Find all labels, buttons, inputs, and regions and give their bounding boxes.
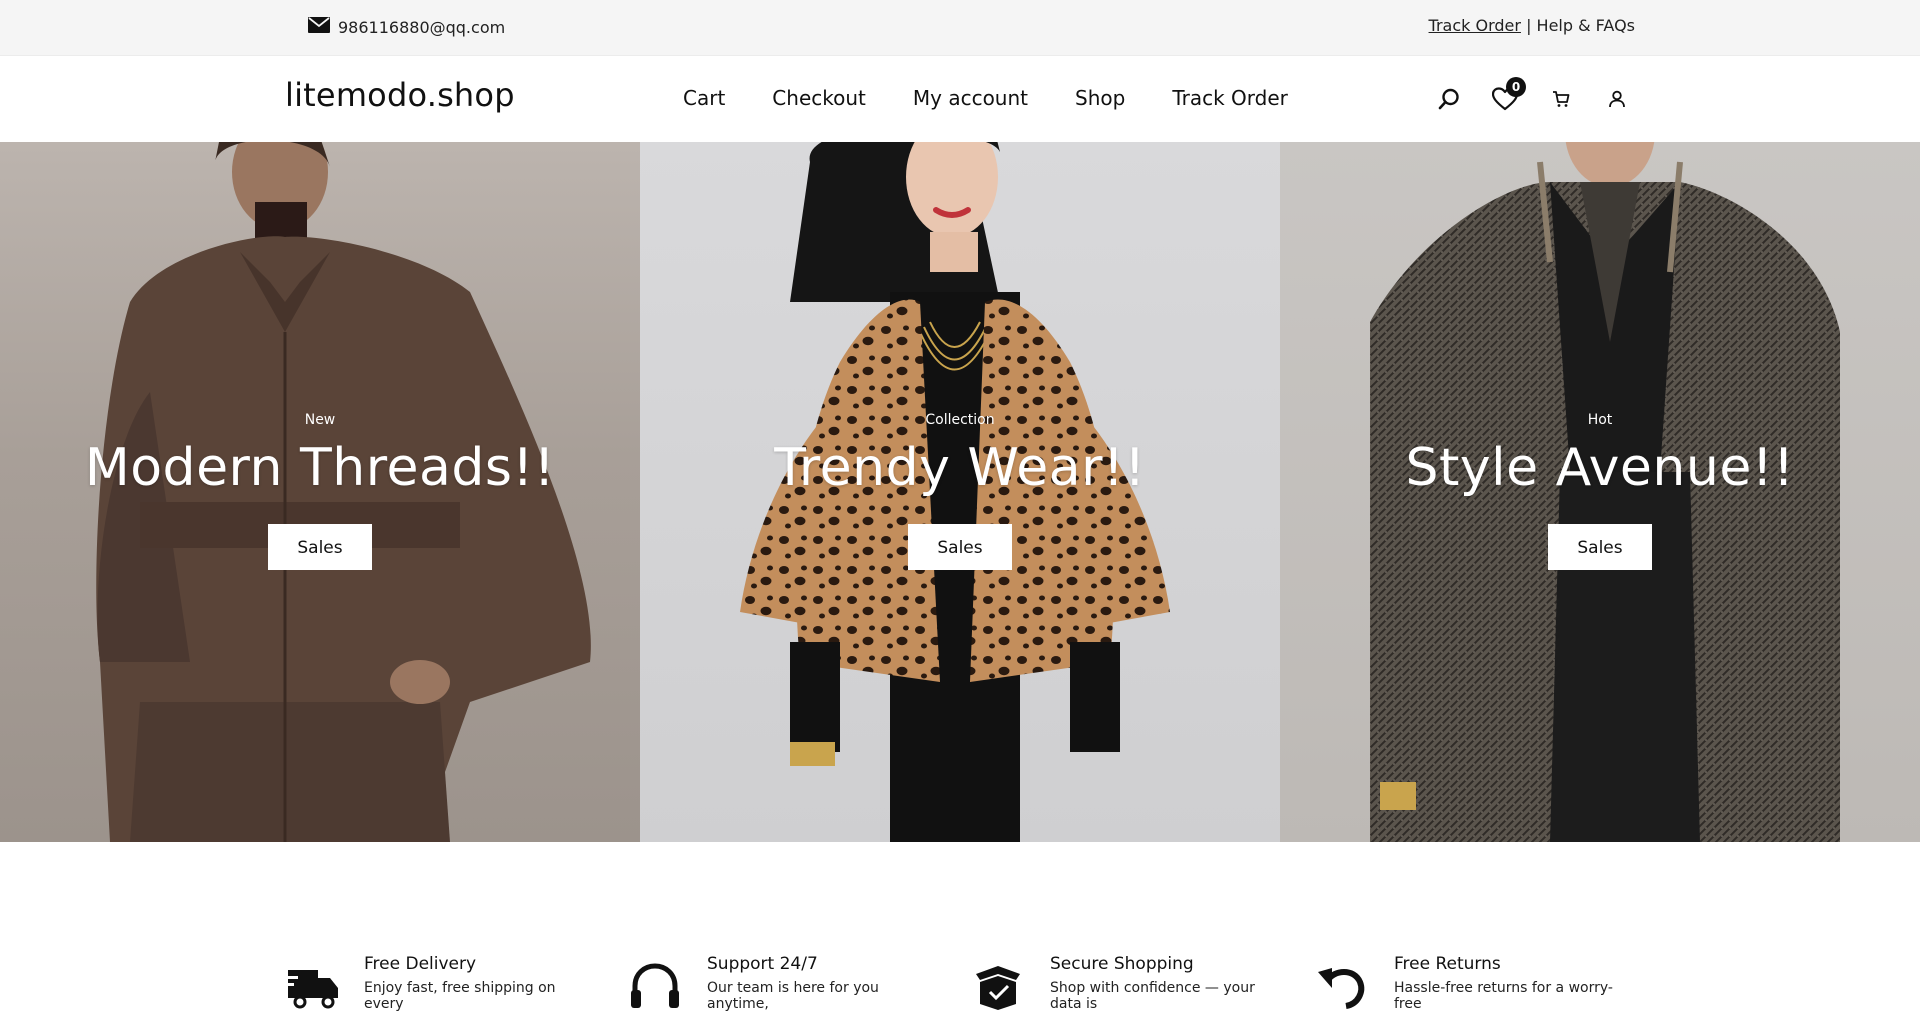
hero-kicker: Hot (1587, 412, 1613, 428)
hero-caption: Hot Style Avenue!! Sales (1280, 412, 1920, 570)
feature-secure-shopping: Secure Shopping Shop with confidence — y… (970, 952, 1280, 1014)
wishlist-button[interactable]: 0 (1488, 77, 1526, 116)
contact-email[interactable]: 986116880@qq.com (308, 16, 505, 38)
feature-description: Shop with confidence — your data is (1050, 980, 1255, 1012)
secure-box-icon (970, 958, 1026, 1014)
feature-free-returns: Free Returns Hassle-free returns for a w… (1314, 952, 1624, 1014)
hero-kicker: Collection (925, 412, 995, 428)
help-faqs-link[interactable]: Help & FAQs (1537, 16, 1635, 35)
nav-checkout[interactable]: Checkout (772, 86, 866, 110)
nav-track-order[interactable]: Track Order (1172, 86, 1288, 110)
feature-description: Hassle-free returns for a worry-free (1394, 980, 1613, 1012)
feature-support: Support 24/7 Our team is here for you an… (627, 952, 937, 1014)
user-icon[interactable] (1600, 82, 1634, 116)
feature-description: Our team is here for you anytime, (707, 980, 879, 1012)
track-order-link[interactable]: Track Order (1429, 16, 1521, 35)
cart-icon[interactable] (1544, 82, 1578, 116)
wishlist-count-badge: 0 (1506, 77, 1526, 97)
feature-title: Free Returns (1394, 954, 1501, 974)
hero-kicker: New (304, 412, 336, 428)
hero-caption: Collection Trendy Wear!! Sales (640, 412, 1280, 570)
sales-button[interactable]: Sales (1548, 524, 1652, 570)
nav-cart[interactable]: Cart (683, 86, 725, 110)
feature-title: Free Delivery (364, 954, 477, 974)
headphones-icon (627, 958, 683, 1014)
hero-caption: New Modern Threads!! Sales (0, 412, 640, 570)
feature-title: Support 24/7 (707, 954, 818, 974)
main-header: litemodo.shop Cart Checkout My account S… (0, 56, 1920, 142)
feature-free-delivery: Free Delivery Enjoy fast, free shipping … (284, 952, 594, 1014)
sales-button[interactable]: Sales (908, 524, 1012, 570)
hero-headline: Style Avenue!! (1405, 438, 1795, 498)
link-separator: | (1526, 16, 1532, 35)
features-section: Free Delivery Enjoy fast, free shipping … (0, 842, 1920, 1012)
main-nav: Cart Checkout My account Shop Track Orde… (683, 86, 1288, 110)
mail-icon (308, 16, 330, 38)
site-logo[interactable]: litemodo.shop (285, 76, 515, 114)
top-bar: 986116880@qq.com Track Order | Help & FA… (0, 0, 1920, 56)
return-arrow-icon (1314, 958, 1370, 1014)
hero-headline: Trendy Wear!! (774, 438, 1146, 498)
nav-my-account[interactable]: My account (913, 86, 1028, 110)
feature-title: Secure Shopping (1050, 954, 1194, 974)
header-actions: 0 (1432, 77, 1634, 116)
hero-slide-1[interactable]: New Modern Threads!! Sales (0, 142, 640, 842)
search-icon[interactable] (1432, 82, 1466, 116)
hero-slide-2[interactable]: Collection Trendy Wear!! Sales (640, 142, 1280, 842)
delivery-truck-icon (284, 958, 340, 1014)
nav-shop[interactable]: Shop (1075, 86, 1125, 110)
feature-description: Enjoy fast, free shipping on every (364, 980, 556, 1012)
hero-slider: New Modern Threads!! Sales Collection Tr… (0, 142, 1920, 842)
email-text: 986116880@qq.com (338, 17, 506, 37)
hero-headline: Modern Threads!! (84, 438, 556, 498)
sales-button[interactable]: Sales (268, 524, 372, 570)
top-links: Track Order | Help & FAQs (1429, 16, 1635, 35)
hero-slide-3[interactable]: Hot Style Avenue!! Sales (1280, 142, 1920, 842)
